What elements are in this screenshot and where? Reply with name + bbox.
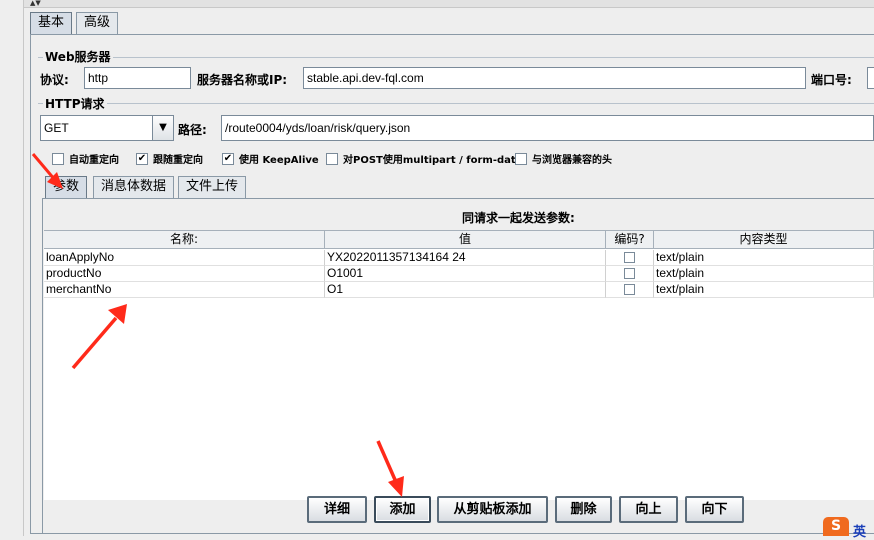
arrow-icon [376,440,404,497]
arrow-icon [31,153,63,189]
arrow-icon [71,304,127,370]
annotation-arrows [31,153,404,497]
